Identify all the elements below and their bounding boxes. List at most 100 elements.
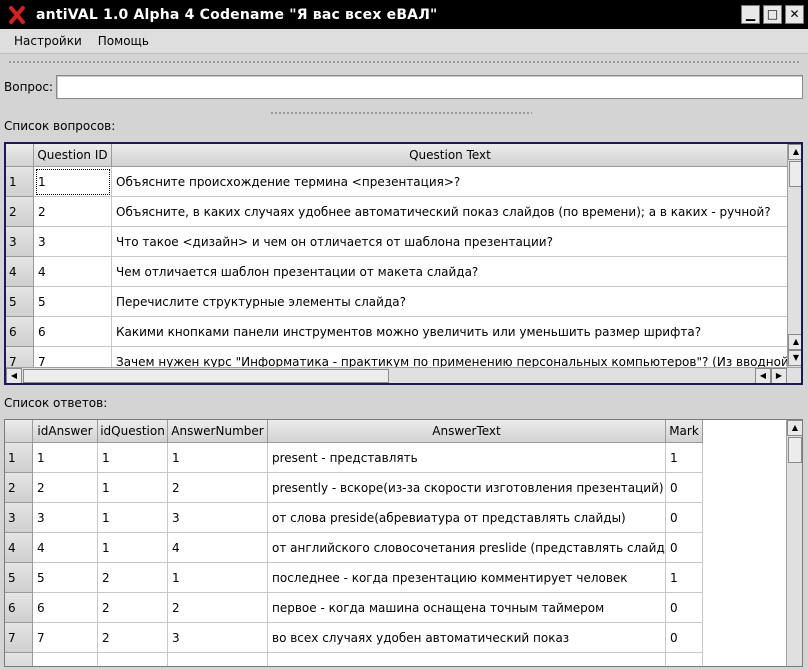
mark-cell[interactable]: 1 (666, 563, 703, 593)
column-header-answer-text[interactable]: AnswerText (268, 420, 666, 443)
id-question-cell[interactable] (98, 653, 168, 666)
corner-header[interactable] (5, 420, 33, 443)
column-header-id-question[interactable]: idQuestion (98, 420, 168, 443)
scroll-left-button[interactable]: ◀ (6, 368, 22, 383)
id-question-cell[interactable]: 2 (98, 623, 168, 653)
question-text-cell[interactable]: Объясните, в каких случаях удобнее автом… (112, 197, 789, 227)
row-number[interactable] (5, 653, 33, 666)
answer-number-cell[interactable]: 1 (168, 443, 268, 473)
scroll-up-button[interactable]: ▲ (787, 420, 802, 436)
answer-row[interactable] (5, 653, 703, 666)
question-row[interactable]: 3 3 Что такое <дизайн> и чем он отличает… (6, 227, 789, 257)
question-id-cell[interactable]: 2 (34, 197, 112, 227)
row-number[interactable]: 2 (6, 197, 34, 227)
row-number[interactable]: 4 (6, 257, 34, 287)
question-id-cell[interactable]: 3 (34, 227, 112, 257)
question-row[interactable]: 4 4 Чем отличается шаблон презентации от… (6, 257, 789, 287)
id-answer-cell[interactable]: 4 (33, 533, 98, 563)
menu-help[interactable]: Помощь (90, 34, 157, 48)
row-number[interactable]: 4 (5, 533, 33, 563)
mark-cell[interactable]: 0 (666, 473, 703, 503)
id-question-cell[interactable]: 2 (98, 563, 168, 593)
answers-grid[interactable]: idAnswer idQuestion AnswerNumber AnswerT… (4, 419, 803, 667)
answer-text-cell[interactable]: последнее - когда презентацию комментиру… (268, 563, 666, 593)
question-text-cell[interactable]: Что такое <дизайн> и чем он отличается о… (112, 227, 789, 257)
row-number[interactable]: 1 (6, 167, 34, 197)
question-text-cell[interactable]: Перечислите структурные элементы слайда? (112, 287, 789, 317)
answer-number-cell[interactable]: 2 (168, 593, 268, 623)
answer-text-cell[interactable]: presently - вскоре(из-за скорости изгото… (268, 473, 666, 503)
question-row[interactable]: 2 2 Объясните, в каких случаях удобнее а… (6, 197, 789, 227)
id-answer-cell[interactable]: 2 (33, 473, 98, 503)
answer-text-cell[interactable] (268, 653, 666, 666)
mark-cell[interactable]: 0 (666, 623, 703, 653)
column-header-question-id[interactable]: Question ID (34, 144, 112, 167)
id-question-cell[interactable]: 1 (98, 443, 168, 473)
id-question-cell[interactable]: 1 (98, 533, 168, 563)
answer-row[interactable]: 2 2 1 2 presently - вскоре(из-за скорост… (5, 473, 703, 503)
column-header-mark[interactable]: Mark (666, 420, 703, 443)
question-id-cell[interactable]: 6 (34, 317, 112, 347)
id-answer-cell[interactable]: 3 (33, 503, 98, 533)
id-answer-cell[interactable] (33, 653, 98, 666)
splitter-handle-2[interactable] (270, 111, 532, 115)
mark-cell[interactable]: 0 (666, 533, 703, 563)
id-answer-cell[interactable]: 5 (33, 563, 98, 593)
minimize-button[interactable]: ▁ (741, 5, 760, 24)
question-id-cell[interactable]: 1 (34, 167, 112, 197)
row-number[interactable]: 1 (5, 443, 33, 473)
answer-row[interactable]: 1 1 1 1 present - представлять 1 (5, 443, 703, 473)
id-question-cell[interactable]: 1 (98, 473, 168, 503)
mark-cell[interactable]: 0 (666, 503, 703, 533)
question-text-cell[interactable]: Чем отличается шаблон презентации от мак… (112, 257, 789, 287)
row-number[interactable]: 6 (5, 593, 33, 623)
row-number[interactable]: 5 (6, 287, 34, 317)
menu-settings[interactable]: Настройки (6, 34, 90, 48)
answer-text-cell[interactable]: первое - когда машина оснащена точным та… (268, 593, 666, 623)
splitter-handle[interactable] (8, 60, 800, 64)
scroll-up-button-2[interactable]: ▲ (788, 334, 801, 350)
mark-cell[interactable] (666, 653, 703, 666)
questions-grid[interactable]: Question ID Question Text 1 1 Объясните … (4, 142, 803, 385)
question-id-cell[interactable]: 4 (34, 257, 112, 287)
question-id-cell[interactable]: 5 (34, 287, 112, 317)
scroll-up-button[interactable]: ▲ (788, 144, 801, 160)
column-header-question-text[interactable]: Question Text (112, 144, 789, 167)
answer-row[interactable]: 6 6 2 2 первое - когда машина оснащена т… (5, 593, 703, 623)
row-number[interactable]: 3 (5, 503, 33, 533)
answer-row[interactable]: 3 3 1 3 от слова preside(абревиатура от … (5, 503, 703, 533)
id-answer-cell[interactable]: 6 (33, 593, 98, 623)
answer-row[interactable]: 7 7 2 3 во всех случаях удобен автоматич… (5, 623, 703, 653)
answer-text-cell[interactable]: present - представлять (268, 443, 666, 473)
question-row[interactable]: 5 5 Перечислите структурные элементы сла… (6, 287, 789, 317)
answer-text-cell[interactable]: от слова preside(абревиатура от представ… (268, 503, 666, 533)
mark-cell[interactable]: 0 (666, 593, 703, 623)
maximize-button[interactable]: □ (763, 5, 782, 24)
question-row[interactable]: 6 6 Какими кнопками панели инструментов … (6, 317, 789, 347)
corner-header[interactable] (6, 144, 34, 167)
id-answer-cell[interactable]: 7 (33, 623, 98, 653)
scroll-thumb[interactable] (788, 437, 802, 463)
column-header-answer-number[interactable]: AnswerNumber (168, 420, 268, 443)
row-number[interactable]: 3 (6, 227, 34, 257)
scroll-right-button[interactable]: ▶ (771, 368, 787, 383)
answer-text-cell[interactable]: во всех случаях удобен автоматический по… (268, 623, 666, 653)
questions-horizontal-scrollbar[interactable]: ◀ ◀ ▶ (6, 367, 801, 383)
answer-text-cell[interactable]: от английского словосочетания preslide (… (268, 533, 666, 563)
title-bar[interactable]: antiVAL 1.0 Alpha 4 Codename "Я вас всех… (0, 0, 808, 29)
scroll-left-button-2[interactable]: ◀ (755, 368, 771, 383)
row-number[interactable]: 5 (5, 563, 33, 593)
mark-cell[interactable]: 1 (666, 443, 703, 473)
answer-number-cell[interactable]: 3 (168, 623, 268, 653)
id-question-cell[interactable]: 1 (98, 503, 168, 533)
id-question-cell[interactable]: 2 (98, 593, 168, 623)
row-number[interactable]: 2 (5, 473, 33, 503)
row-number[interactable]: 7 (5, 623, 33, 653)
close-button[interactable]: ✕ (785, 5, 804, 24)
questions-vertical-scrollbar[interactable]: ▲ ▲ ▼ (787, 144, 801, 367)
answers-vertical-scrollbar[interactable]: ▲ (786, 420, 802, 666)
horizontal-scroll-thumb[interactable] (23, 369, 389, 383)
column-header-id-answer[interactable]: idAnswer (33, 420, 98, 443)
scroll-thumb[interactable] (789, 161, 801, 187)
answer-number-cell[interactable]: 4 (168, 533, 268, 563)
